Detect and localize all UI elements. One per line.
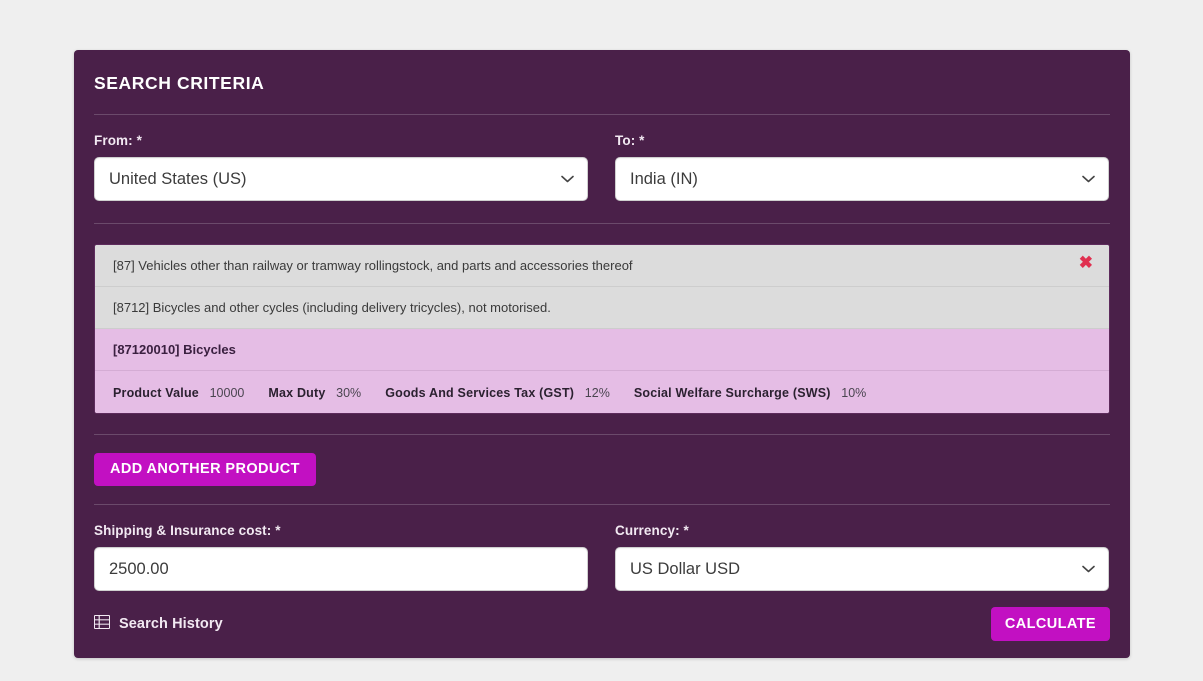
currency-field-group: Currency: * US Dollar USD (615, 523, 1109, 591)
currency-select-wrap: US Dollar USD (615, 547, 1109, 591)
to-label: To: * (615, 133, 645, 148)
list-item: Social Welfare Surcharge (SWS) 10% (634, 385, 866, 400)
page-title: SEARCH CRITERIA (94, 73, 265, 93)
search-history-link[interactable]: Search History (94, 615, 223, 633)
shipping-label: Shipping & Insurance cost: * (94, 523, 281, 538)
from-field-group: From: * United States (US) (94, 133, 588, 201)
close-icon[interactable]: ✖ (1076, 252, 1096, 273)
detail-value: 10% (841, 385, 867, 400)
detail-key: Product Value (113, 385, 199, 400)
calculate-button[interactable]: CALCULATE (990, 607, 1110, 641)
product-heading-text: [8712] Bicycles and other cycles (includ… (113, 300, 551, 315)
to-field-group: To: * India (IN) (615, 133, 1109, 201)
detail-value: 30% (336, 385, 362, 400)
add-another-product-button[interactable]: ADD ANOTHER PRODUCT (94, 453, 316, 486)
add-product-divider-bottom (94, 504, 1110, 505)
list-item: Max Duty 30% (268, 385, 361, 400)
shipping-cost-input[interactable] (94, 547, 588, 591)
to-select-wrap: India (IN) (615, 157, 1109, 201)
search-history-label: Search History (119, 616, 223, 632)
list-item: Product Value 10000 (113, 385, 244, 400)
shipping-currency-row: Shipping & Insurance cost: * Currency: *… (94, 523, 1110, 591)
currency-label: Currency: * (615, 523, 689, 538)
detail-value: 10000 (209, 385, 245, 400)
product-item-text: [87120010] Bicycles (113, 342, 236, 357)
title-divider (94, 114, 1110, 115)
from-country-select[interactable]: United States (US) (94, 157, 588, 201)
list-item: Goods And Services Tax (GST) 12% (385, 385, 610, 400)
origin-destination-row: From: * United States (US) To: * India (… (94, 133, 1110, 201)
from-select-wrap: United States (US) (94, 157, 588, 201)
shipping-field-group: Shipping & Insurance cost: * (94, 523, 588, 591)
product-chapter-text: [87] Vehicles other than railway or tram… (113, 258, 633, 273)
detail-key: Social Welfare Surcharge (SWS) (633, 385, 831, 400)
detail-key: Goods And Services Tax (GST) (385, 385, 575, 400)
from-label: From: * (94, 133, 142, 148)
search-criteria-panel: SEARCH CRITERIA From: * United States (U… (74, 50, 1130, 658)
product-detail-list: Product Value 10000 Max Duty 30% Goods A… (113, 385, 866, 400)
add-product-divider-top (94, 434, 1110, 435)
product-chapter-row: [87] Vehicles other than railway or tram… (95, 245, 1109, 287)
detail-value: 12% (584, 385, 610, 400)
product-detail-row: Product Value 10000 Max Duty 30% Goods A… (95, 371, 1109, 413)
currency-select[interactable]: US Dollar USD (615, 547, 1109, 591)
selected-product-box: [87] Vehicles other than railway or tram… (94, 244, 1110, 414)
product-item-row: [87120010] Bicycles (95, 329, 1109, 371)
product-heading-row: [8712] Bicycles and other cycles (includ… (95, 287, 1109, 329)
detail-key: Max Duty (268, 385, 326, 400)
to-country-select[interactable]: India (IN) (615, 157, 1109, 201)
product-section-divider-top (94, 223, 1110, 224)
table-list-icon (94, 615, 110, 633)
panel-footer: Search History CALCULATE (94, 607, 1110, 641)
